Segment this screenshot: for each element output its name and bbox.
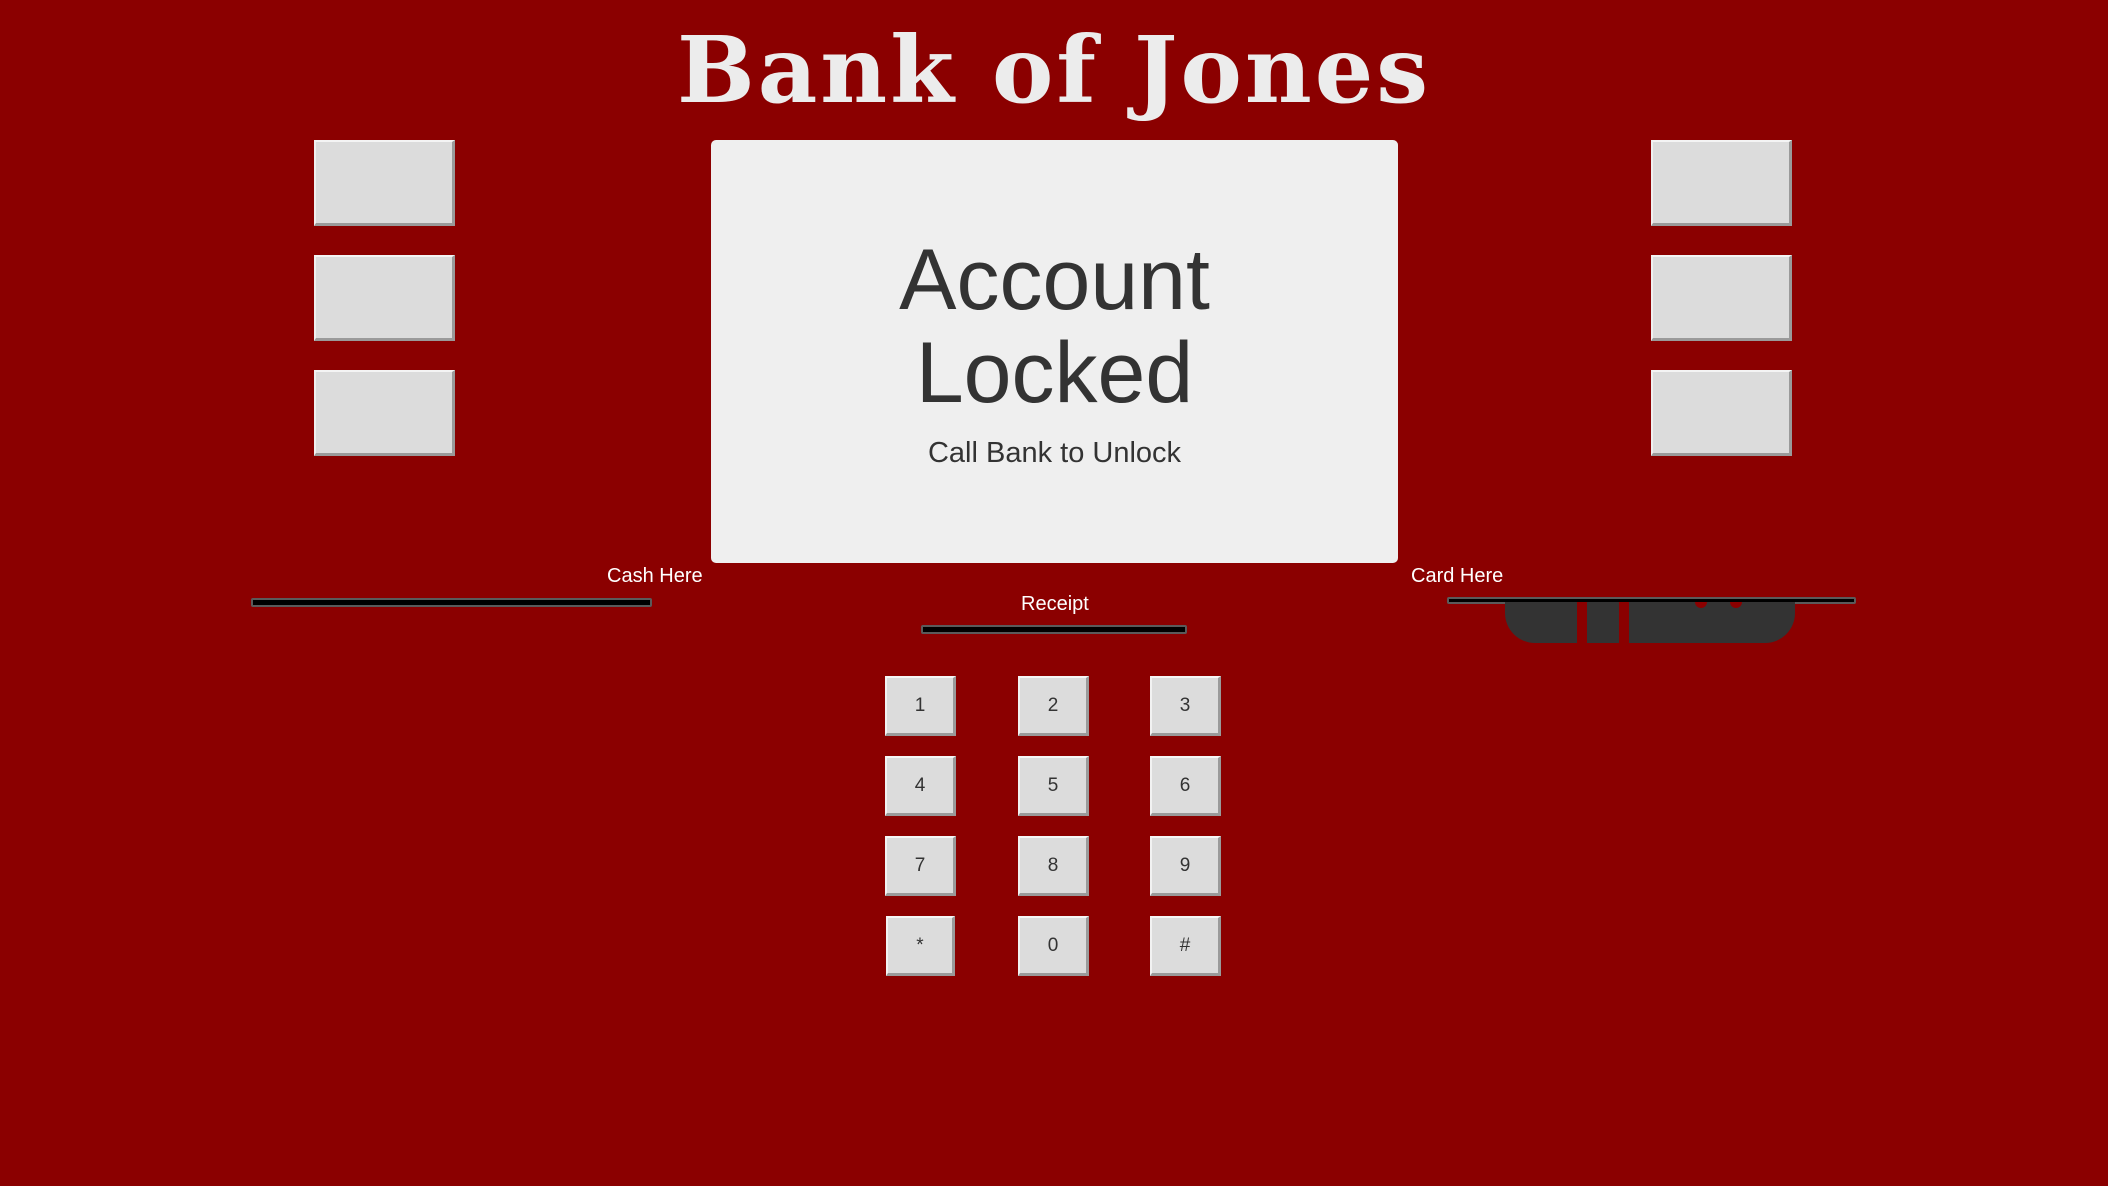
card-slot-label: Card Here bbox=[1411, 565, 1504, 587]
key-star[interactable]: * bbox=[886, 916, 955, 976]
left-side-button-3[interactable] bbox=[314, 370, 455, 456]
right-side-button-3[interactable] bbox=[1651, 370, 1792, 456]
key-1[interactable]: 1 bbox=[885, 676, 956, 736]
screen-message: Call Bank to Unlock bbox=[927, 437, 1182, 469]
cash-slot[interactable] bbox=[251, 598, 652, 607]
key-6[interactable]: 6 bbox=[1150, 756, 1221, 816]
key-3[interactable]: 3 bbox=[1150, 676, 1221, 736]
key-5[interactable]: 5 bbox=[1018, 756, 1089, 816]
card-notch-2 bbox=[1730, 602, 1742, 608]
card-stripe-2 bbox=[1619, 602, 1629, 643]
screen-heading: Account Locked bbox=[711, 234, 1398, 420]
key-7[interactable]: 7 bbox=[885, 836, 956, 896]
atm-screen: Account Locked Call Bank to Unlock bbox=[711, 140, 1398, 563]
card-stripe-1 bbox=[1577, 602, 1587, 643]
key-8[interactable]: 8 bbox=[1018, 836, 1089, 896]
cash-slot-label: Cash Here bbox=[607, 565, 703, 587]
left-side-button-1[interactable] bbox=[314, 140, 455, 226]
receipt-slot[interactable] bbox=[921, 625, 1187, 634]
right-side-button-2[interactable] bbox=[1651, 255, 1792, 341]
key-4[interactable]: 4 bbox=[885, 756, 956, 816]
key-9[interactable]: 9 bbox=[1150, 836, 1221, 896]
receipt-slot-label: Receipt bbox=[1021, 593, 1089, 615]
key-hash[interactable]: # bbox=[1150, 916, 1221, 976]
card-notch-1 bbox=[1695, 602, 1707, 608]
bank-title: Bank of Jones bbox=[676, 16, 1432, 124]
left-side-button-2[interactable] bbox=[314, 255, 455, 341]
inserted-card[interactable] bbox=[1505, 602, 1795, 643]
screen-heading-line-1: Account bbox=[899, 232, 1210, 328]
right-side-button-1[interactable] bbox=[1651, 140, 1792, 226]
key-0[interactable]: 0 bbox=[1018, 916, 1089, 976]
screen-heading-line-2: Locked bbox=[915, 325, 1194, 421]
key-2[interactable]: 2 bbox=[1018, 676, 1089, 736]
